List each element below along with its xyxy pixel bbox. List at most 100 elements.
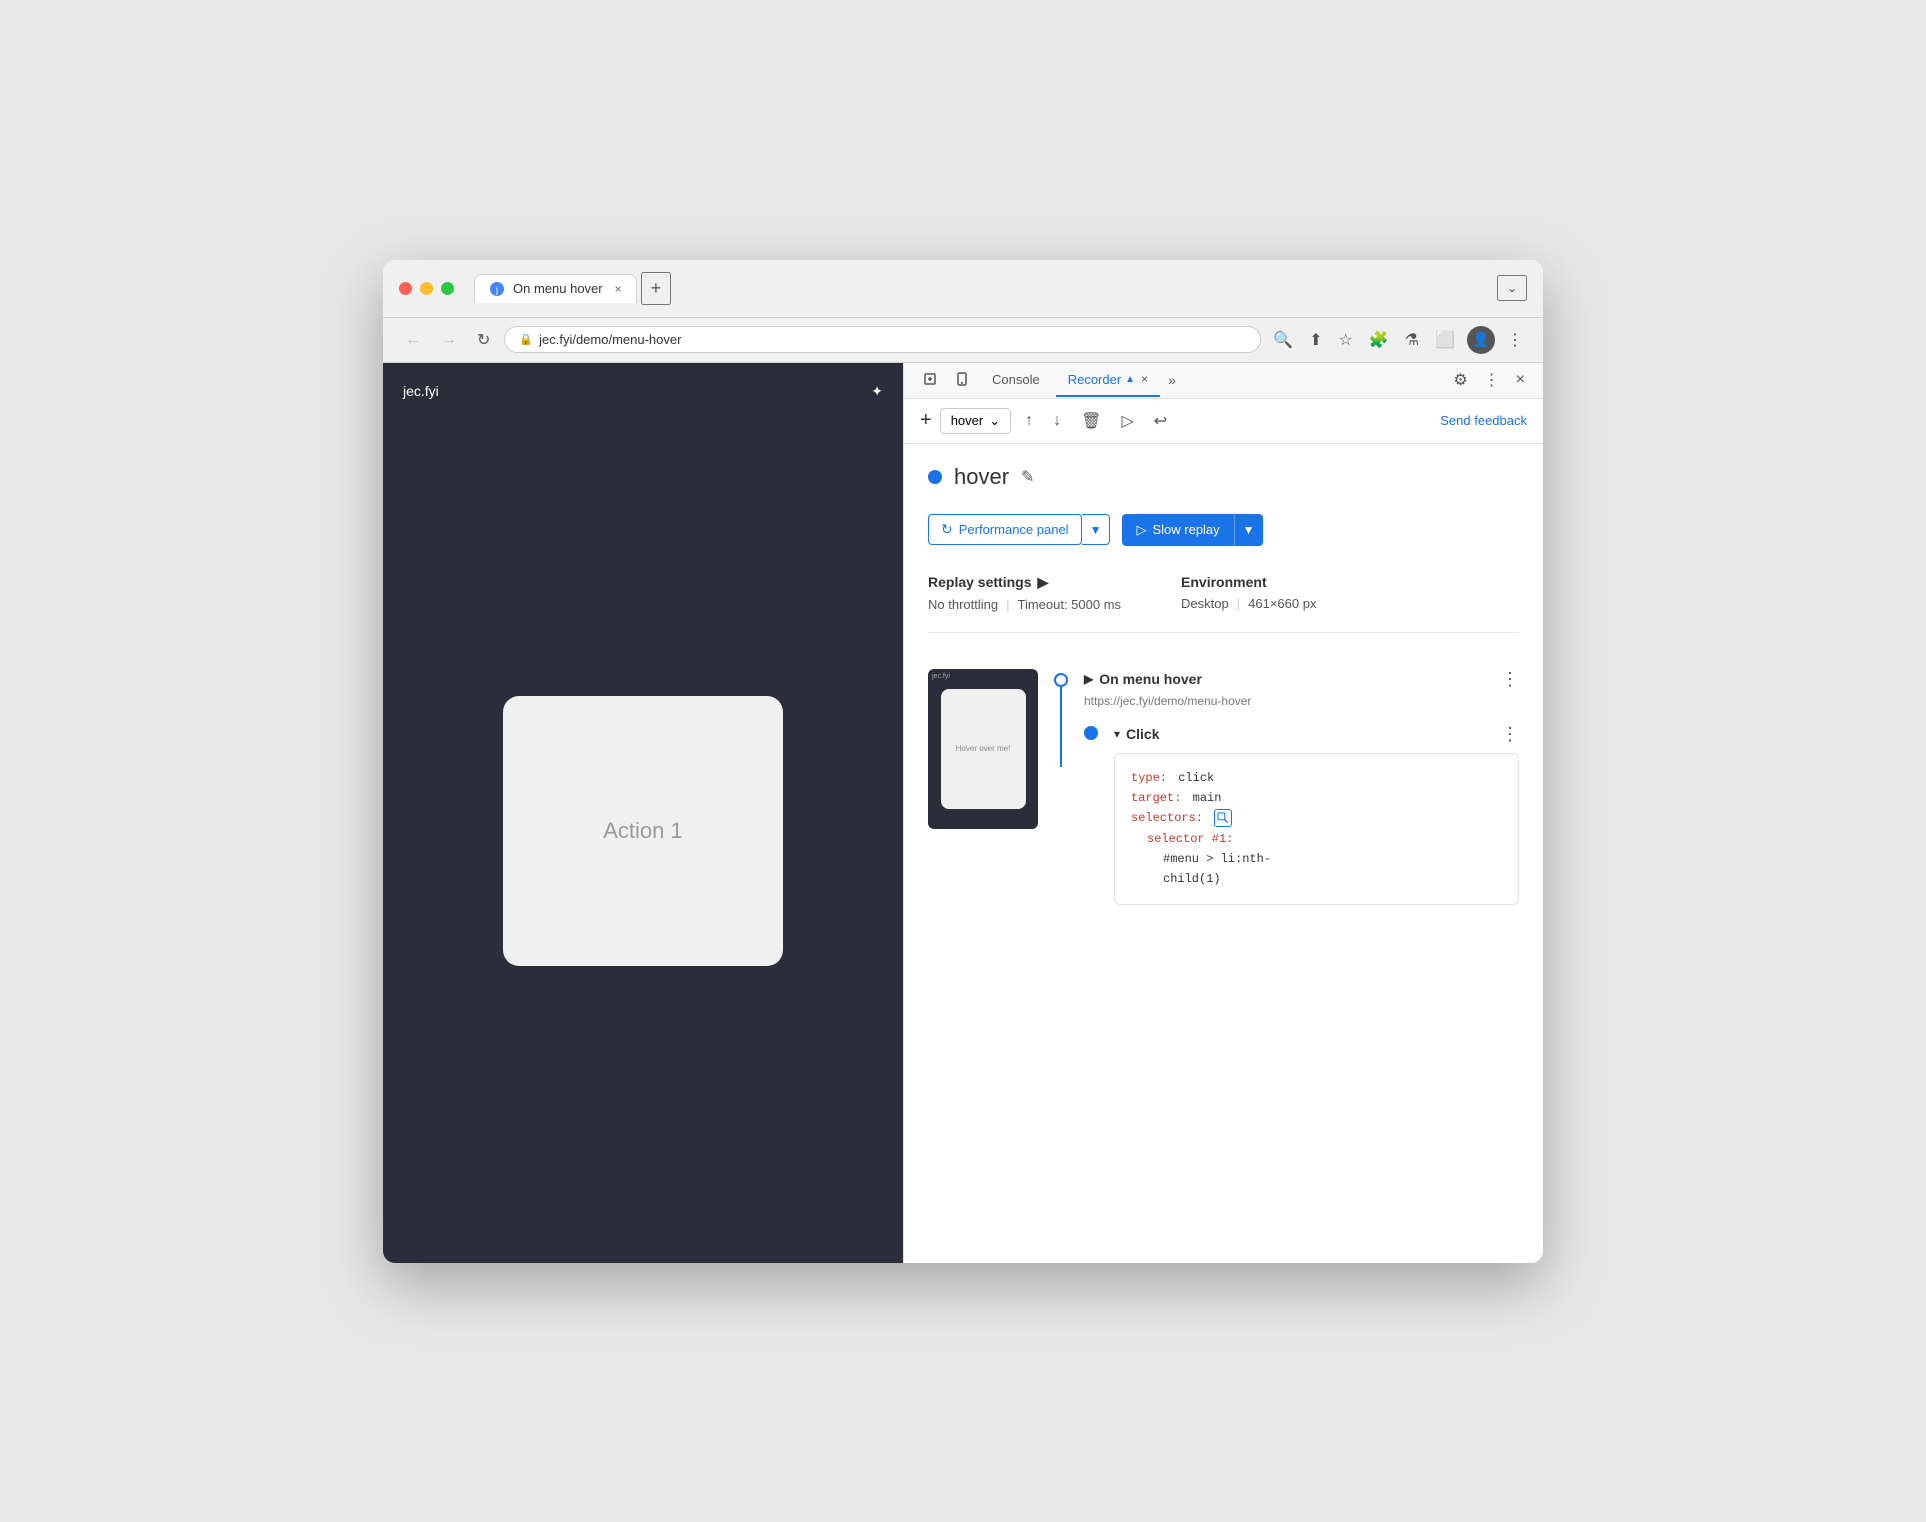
labs-button[interactable]: ⚗	[1401, 326, 1423, 354]
start-recording-button[interactable]: ▷	[1115, 407, 1139, 435]
tab-recorder[interactable]: Recorder ▲ ×	[1056, 364, 1160, 397]
sun-icon[interactable]: ✦	[871, 383, 883, 400]
replay-settings-values: No throttling | Timeout: 5000 ms	[928, 597, 1121, 612]
tab-title: On menu hover	[513, 281, 603, 296]
click-more-button[interactable]: ⋮	[1501, 724, 1519, 745]
svg-text:j: j	[495, 285, 498, 295]
navigate-entry-title[interactable]: ▶ On menu hover	[1084, 671, 1202, 687]
send-feedback-button[interactable]: Send feedback	[1440, 413, 1527, 428]
action-card-text: Action 1	[603, 818, 683, 844]
nav-bar: ← → ↻ 🔒 jec.fyi/demo/menu-hover 🔍 ⬆ ☆ 🧩 …	[383, 318, 1543, 363]
mini-preview-title: jec.fyi	[932, 673, 950, 680]
maximize-button[interactable]	[441, 282, 454, 295]
devtools-close-button[interactable]: ×	[1510, 366, 1531, 394]
code-selectors-line: selectors:	[1131, 808, 1502, 828]
bookmark-button[interactable]: ☆	[1334, 326, 1356, 354]
inspect-element-button[interactable]	[916, 367, 944, 394]
tab-bar: j On menu hover × + ⌄	[474, 272, 1527, 305]
devtools-more-button[interactable]: ⋮	[1478, 366, 1506, 394]
slow-replay-play-icon: ▷	[1136, 522, 1146, 538]
recording-name-dropdown[interactable]: hover ⌄	[940, 408, 1011, 434]
page-content-area: Action 1	[403, 420, 883, 1243]
nav-actions: 🔍 ⬆ ☆ 🧩 ⚗ ⬜ 👤 ⋮	[1269, 326, 1527, 354]
device-toolbar-button[interactable]	[948, 367, 976, 394]
click-chevron-icon: ▾	[1114, 727, 1120, 741]
slow-replay-dropdown-button[interactable]: ▼	[1234, 514, 1263, 546]
timeline-node-navigate: ▶ On menu hover ⋮ https://jec.fyi/demo/m…	[1054, 669, 1519, 905]
recorder-tab-icon: ▲	[1125, 374, 1135, 385]
env-separator: |	[1237, 596, 1240, 611]
minimize-button[interactable]	[420, 282, 433, 295]
timeline-content-navigate: ▶ On menu hover ⋮ https://jec.fyi/demo/m…	[1084, 669, 1519, 905]
tab-console[interactable]: Console	[980, 364, 1052, 397]
export-recording-button[interactable]: ↑	[1019, 408, 1039, 434]
reload-button[interactable]: ↻	[471, 326, 496, 354]
code-type-line: type: click	[1131, 768, 1502, 788]
click-title[interactable]: ▾ Click	[1114, 726, 1160, 742]
dropdown-arrow-icon: ⌄	[989, 413, 1000, 429]
navigate-more-button[interactable]: ⋮	[1501, 669, 1519, 690]
recording-title: hover	[954, 464, 1009, 490]
slow-replay-button[interactable]: ▷ Slow replay	[1122, 514, 1233, 546]
address-text: jec.fyi/demo/menu-hover	[539, 332, 681, 347]
delete-recording-button[interactable]: 🗑	[1075, 407, 1107, 435]
mini-preview: jec.fyi Hover over me!	[928, 669, 1038, 829]
back-button[interactable]: ←	[399, 327, 427, 353]
navigate-entry-header: ▶ On menu hover ⋮	[1084, 669, 1519, 690]
import-recording-button[interactable]: ↓	[1047, 408, 1067, 434]
edit-title-icon[interactable]: ✎	[1021, 467, 1034, 487]
recorder-toolbar: + hover ⌄ ↑ ↓ 🗑 ▷ ↩ Send feedback	[904, 399, 1543, 444]
split-view-button[interactable]: ⬜	[1431, 326, 1459, 354]
devtools-right-actions: ⚙ ⋮ ×	[1447, 366, 1531, 394]
devtools-panel: Console Recorder ▲ × » ⚙ ⋮ × + hover	[903, 363, 1543, 1263]
forward-button[interactable]: →	[435, 327, 463, 353]
title-bar: j On menu hover × + ⌄	[383, 260, 1543, 318]
devtools-settings-button[interactable]: ⚙	[1447, 366, 1473, 394]
navigate-expand-icon: ▶	[1084, 672, 1093, 686]
recording-content: hover ✎ ↻ Performance panel ▼ ▷	[904, 444, 1543, 1263]
replay-settings: Replay settings ▶ No throttling | Timeou…	[928, 574, 1519, 633]
address-bar[interactable]: 🔒 jec.fyi/demo/menu-hover	[504, 326, 1261, 353]
replay-button[interactable]: ↩	[1148, 407, 1173, 435]
click-timeline-visual	[1084, 724, 1098, 740]
more-tabs-button[interactable]: »	[1168, 372, 1176, 388]
main-content: jec.fyi ✦ Action 1 Console	[383, 363, 1543, 1263]
devtools-tabbar: Console Recorder ▲ × » ⚙ ⋮ ×	[904, 363, 1543, 399]
recording-timeline: ▶ On menu hover ⋮ https://jec.fyi/demo/m…	[1054, 669, 1519, 905]
timeline-visual-top	[1054, 669, 1068, 767]
add-recording-button[interactable]: +	[920, 409, 932, 432]
settings-arrow-icon: ▶	[1037, 574, 1048, 591]
perf-panel-group: ↻ Performance panel ▼	[928, 514, 1110, 545]
action-card: Action 1	[503, 696, 783, 966]
perf-icon: ↻	[941, 521, 953, 538]
new-tab-button[interactable]: +	[641, 272, 672, 305]
timeline-circle-top	[1054, 673, 1068, 687]
replay-settings-title[interactable]: Replay settings ▶	[928, 574, 1121, 591]
slow-replay-group: ▷ Slow replay ▼	[1122, 514, 1262, 546]
code-selector-value-2: child(1)	[1131, 869, 1502, 889]
timeline-line	[1060, 687, 1062, 767]
settings-separator: |	[1006, 597, 1009, 612]
search-button[interactable]: 🔍	[1269, 326, 1297, 354]
replay-settings-group: Replay settings ▶ No throttling | Timeou…	[928, 574, 1121, 612]
extensions-button[interactable]: 🧩	[1365, 326, 1393, 354]
expand-tabs-button[interactable]: ⌄	[1497, 275, 1527, 301]
perf-panel-dropdown-button[interactable]: ▼	[1082, 514, 1111, 545]
menu-button[interactable]: ⋮	[1503, 326, 1527, 354]
click-entry: ▾ Click ⋮ type:	[1084, 724, 1519, 905]
performance-panel-button[interactable]: ↻ Performance panel	[928, 514, 1082, 545]
selector-picker-icon[interactable]	[1214, 809, 1232, 827]
webpage-panel: jec.fyi ✦ Action 1	[383, 363, 903, 1263]
mini-preview-card-text: Hover over me!	[956, 744, 1011, 753]
profile-button[interactable]: 👤	[1467, 326, 1495, 354]
recording-status-dot	[928, 470, 942, 484]
traffic-lights	[399, 282, 454, 295]
active-tab[interactable]: j On menu hover ×	[474, 274, 637, 303]
browser-window: j On menu hover × + ⌄ ← → ↻ 🔒 jec.fyi/de…	[383, 260, 1543, 1263]
recording-entry: jec.fyi Hover over me!	[928, 657, 1519, 917]
recorder-tab-close[interactable]: ×	[1141, 372, 1148, 386]
click-timeline-circle	[1084, 726, 1098, 740]
tab-close-button[interactable]: ×	[615, 282, 622, 296]
share-button[interactable]: ⬆	[1305, 326, 1326, 354]
close-button[interactable]	[399, 282, 412, 295]
